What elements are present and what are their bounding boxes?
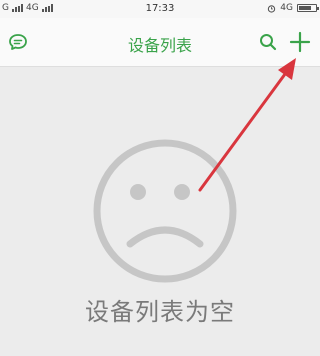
status-bar: G 4G 17:33 4G bbox=[0, 0, 320, 18]
status-right: 4G bbox=[267, 3, 319, 13]
plus-icon bbox=[289, 31, 311, 53]
search-icon bbox=[260, 34, 277, 51]
title-bar: 设备列表 bbox=[0, 18, 320, 67]
sad-face-icon bbox=[93, 139, 237, 283]
add-device-button[interactable] bbox=[288, 30, 312, 54]
screen: G 4G 17:33 4G 设备列表 设备列表为空 bbox=[0, 0, 320, 356]
battery-icon bbox=[297, 4, 319, 12]
empty-state-message: 设备列表为空 bbox=[85, 298, 235, 326]
search-button[interactable] bbox=[256, 30, 280, 54]
alarm-icon bbox=[268, 4, 276, 13]
right-network-label: 4G bbox=[280, 3, 293, 13]
